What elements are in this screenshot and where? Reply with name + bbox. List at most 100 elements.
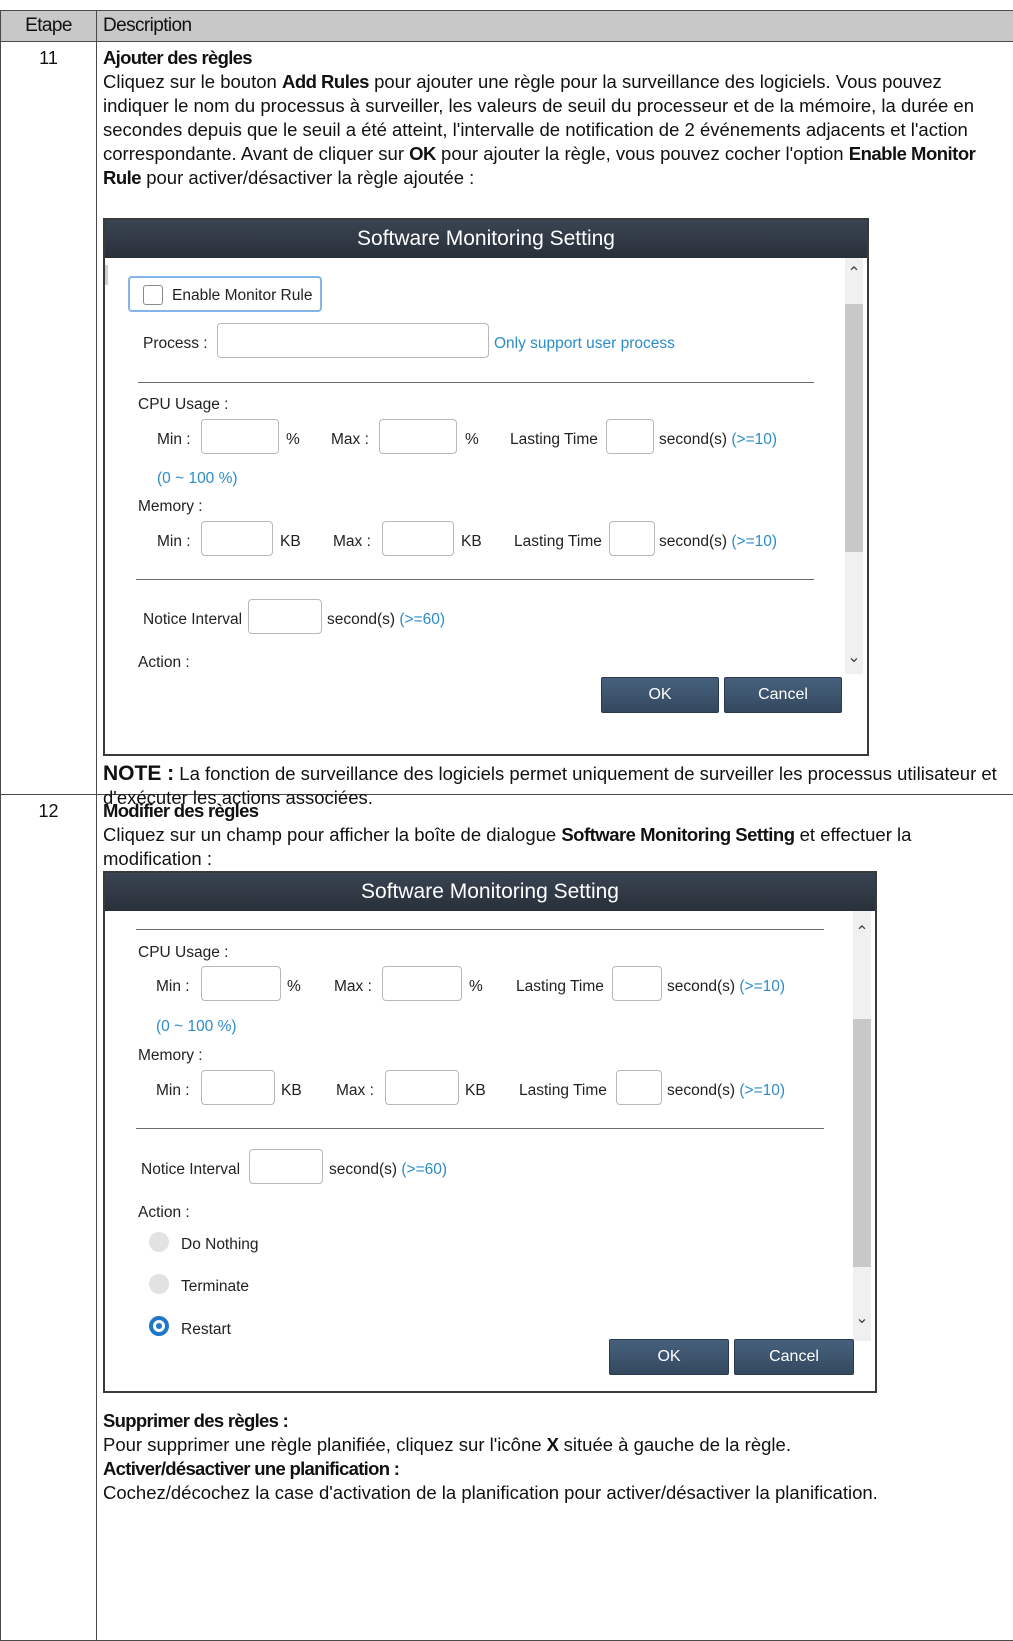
steps-table: Etape Description 11 Ajouter des règles …: [0, 10, 1013, 1641]
cpu-max-unit: %: [469, 978, 483, 995]
cpu-max-input[interactable]: [379, 419, 457, 454]
cpu-range-hint: (0 ~ 100 %): [157, 470, 238, 487]
enable-monitor-rule-label: Enable Monitor Rule: [172, 287, 313, 304]
mem-lasting-input[interactable]: [616, 1070, 662, 1105]
mem-max-input[interactable]: [385, 1070, 459, 1105]
radio-restart[interactable]: [149, 1316, 169, 1336]
scroll-up-icon[interactable]: ⌃: [845, 266, 863, 282]
radio-terminate[interactable]: [149, 1274, 169, 1294]
cpu-range-hint: (0 ~ 100 %): [156, 1018, 237, 1035]
scrollbar[interactable]: ⌃ ⌄: [845, 258, 863, 674]
extra-instructions: Supprimer des règles : Pour supprimer un…: [103, 1409, 1009, 1505]
option-do-nothing-label: Do Nothing: [181, 1236, 259, 1253]
step-description: Modifier des règles Cliquez sur un champ…: [96, 794, 1013, 1641]
cpu-min-unit: %: [286, 431, 300, 448]
notice-interval-label: Notice Interval: [143, 611, 243, 628]
cpu-usage-label: CPU Usage :: [138, 396, 229, 413]
notice-interval-unit: second(s) (>=60): [327, 611, 446, 628]
note-label: NOTE :: [103, 762, 175, 785]
mem-lasting-label: Lasting Time: [519, 1082, 607, 1099]
action-label: Action :: [138, 1204, 190, 1221]
cpu-lasting-input[interactable]: [612, 966, 662, 1001]
notice-interval-label: Notice Interval: [141, 1161, 241, 1178]
cpu-min-label: Min :: [157, 431, 191, 448]
dialog-title: Software Monitoring Setting: [105, 220, 867, 258]
cpu-lasting-label: Lasting Time: [510, 431, 598, 448]
process-input[interactable]: [217, 323, 489, 358]
divider: [138, 382, 814, 383]
mem-min-label: Min :: [157, 533, 191, 550]
mem-max-input[interactable]: [382, 521, 454, 556]
cpu-max-input[interactable]: [382, 966, 462, 1001]
mem-lasting-unit: second(s) (>=10): [667, 1082, 786, 1099]
cancel-button[interactable]: Cancel: [734, 1339, 854, 1375]
divider: [136, 1128, 824, 1129]
header-step: Etape: [0, 10, 97, 42]
toggle-title: Activer/désactiver une planification :: [103, 1458, 400, 1479]
step-number: 11: [0, 41, 97, 795]
step-title: Modifier des règles: [103, 800, 259, 821]
radio-do-nothing[interactable]: [149, 1232, 169, 1252]
mem-max-unit: KB: [461, 533, 482, 550]
mem-min-input[interactable]: [201, 521, 273, 556]
checkbox-box[interactable]: [143, 285, 163, 305]
step-title: Ajouter des règles: [103, 47, 253, 68]
cpu-min-input[interactable]: [201, 966, 281, 1001]
process-label: Process :: [143, 335, 208, 352]
notice-interval-input[interactable]: [249, 1149, 323, 1184]
mem-lasting-unit: second(s) (>=10): [659, 533, 778, 550]
scrollbar[interactable]: ⌃ ⌄: [853, 911, 871, 1341]
dialog-screenshot-edit: Software Monitoring Setting CPU Usage : …: [103, 871, 877, 1393]
mem-min-input[interactable]: [201, 1070, 275, 1105]
cpu-min-label: Min :: [156, 978, 190, 995]
cpu-min-input[interactable]: [201, 419, 279, 454]
scroll-down-icon[interactable]: ⌄: [853, 1311, 871, 1327]
cpu-max-label: Max :: [334, 978, 372, 995]
mem-min-label: Min :: [156, 1082, 190, 1099]
divider: [136, 579, 814, 580]
header-row: Etape Description: [0, 10, 1013, 42]
cpu-max-label: Max :: [331, 431, 369, 448]
mem-lasting-input[interactable]: [609, 521, 655, 556]
scrollbar-thumb[interactable]: [845, 304, 863, 552]
mem-min-unit: KB: [280, 533, 301, 550]
cpu-max-unit: %: [465, 431, 479, 448]
process-hint: Only support user process: [494, 335, 675, 352]
cpu-min-unit: %: [287, 978, 301, 995]
toggle-text: Cochez/décochez la case d'activation de …: [103, 1482, 878, 1503]
mem-min-unit: KB: [281, 1082, 302, 1099]
step-description: Ajouter des règles Cliquez sur le bouton…: [96, 41, 1013, 808]
mem-max-label: Max :: [333, 533, 371, 550]
cpu-lasting-label: Lasting Time: [516, 978, 604, 995]
dialog-name-term: Software Monitoring Setting: [561, 824, 795, 845]
ok-term: OK: [409, 143, 436, 164]
x-icon: X: [546, 1434, 559, 1455]
cpu-lasting-input[interactable]: [606, 419, 654, 454]
memory-label: Memory :: [138, 1047, 203, 1064]
mem-max-unit: KB: [465, 1082, 486, 1099]
scrollbar-thumb[interactable]: [853, 1019, 871, 1267]
cpu-lasting-unit: second(s) (>=10): [659, 431, 778, 448]
memory-label: Memory :: [138, 498, 203, 515]
step-row-11: 11 Ajouter des règles Cliquez sur le bou…: [0, 41, 1013, 808]
add-rules-term: Add Rules: [281, 71, 369, 92]
dialog-screenshot-add: Software Monitoring Setting Enable Monit…: [103, 218, 869, 756]
step-number: 12: [0, 794, 97, 1641]
header-description: Description: [96, 10, 1013, 42]
step-text: Cliquez sur un champ pour afficher la bo…: [103, 824, 912, 869]
mem-max-label: Max :: [336, 1082, 374, 1099]
step-text: Cliquez sur le bouton Add Rules pour ajo…: [103, 71, 976, 188]
option-terminate-label: Terminate: [181, 1278, 250, 1295]
cancel-button[interactable]: Cancel: [724, 677, 842, 713]
cpu-usage-label: CPU Usage :: [138, 944, 229, 961]
action-label: Action :: [138, 654, 190, 671]
divider: [136, 929, 824, 930]
dialog-title: Software Monitoring Setting: [105, 873, 875, 911]
scroll-up-icon[interactable]: ⌃: [853, 925, 871, 941]
scroll-down-icon[interactable]: ⌄: [845, 650, 863, 666]
ok-button[interactable]: OK: [601, 677, 719, 713]
notice-interval-input[interactable]: [248, 599, 322, 634]
enable-monitor-rule-checkbox[interactable]: Enable Monitor Rule: [128, 276, 322, 312]
delete-title: Supprimer des règles :: [103, 1410, 289, 1431]
ok-button[interactable]: OK: [609, 1339, 729, 1375]
